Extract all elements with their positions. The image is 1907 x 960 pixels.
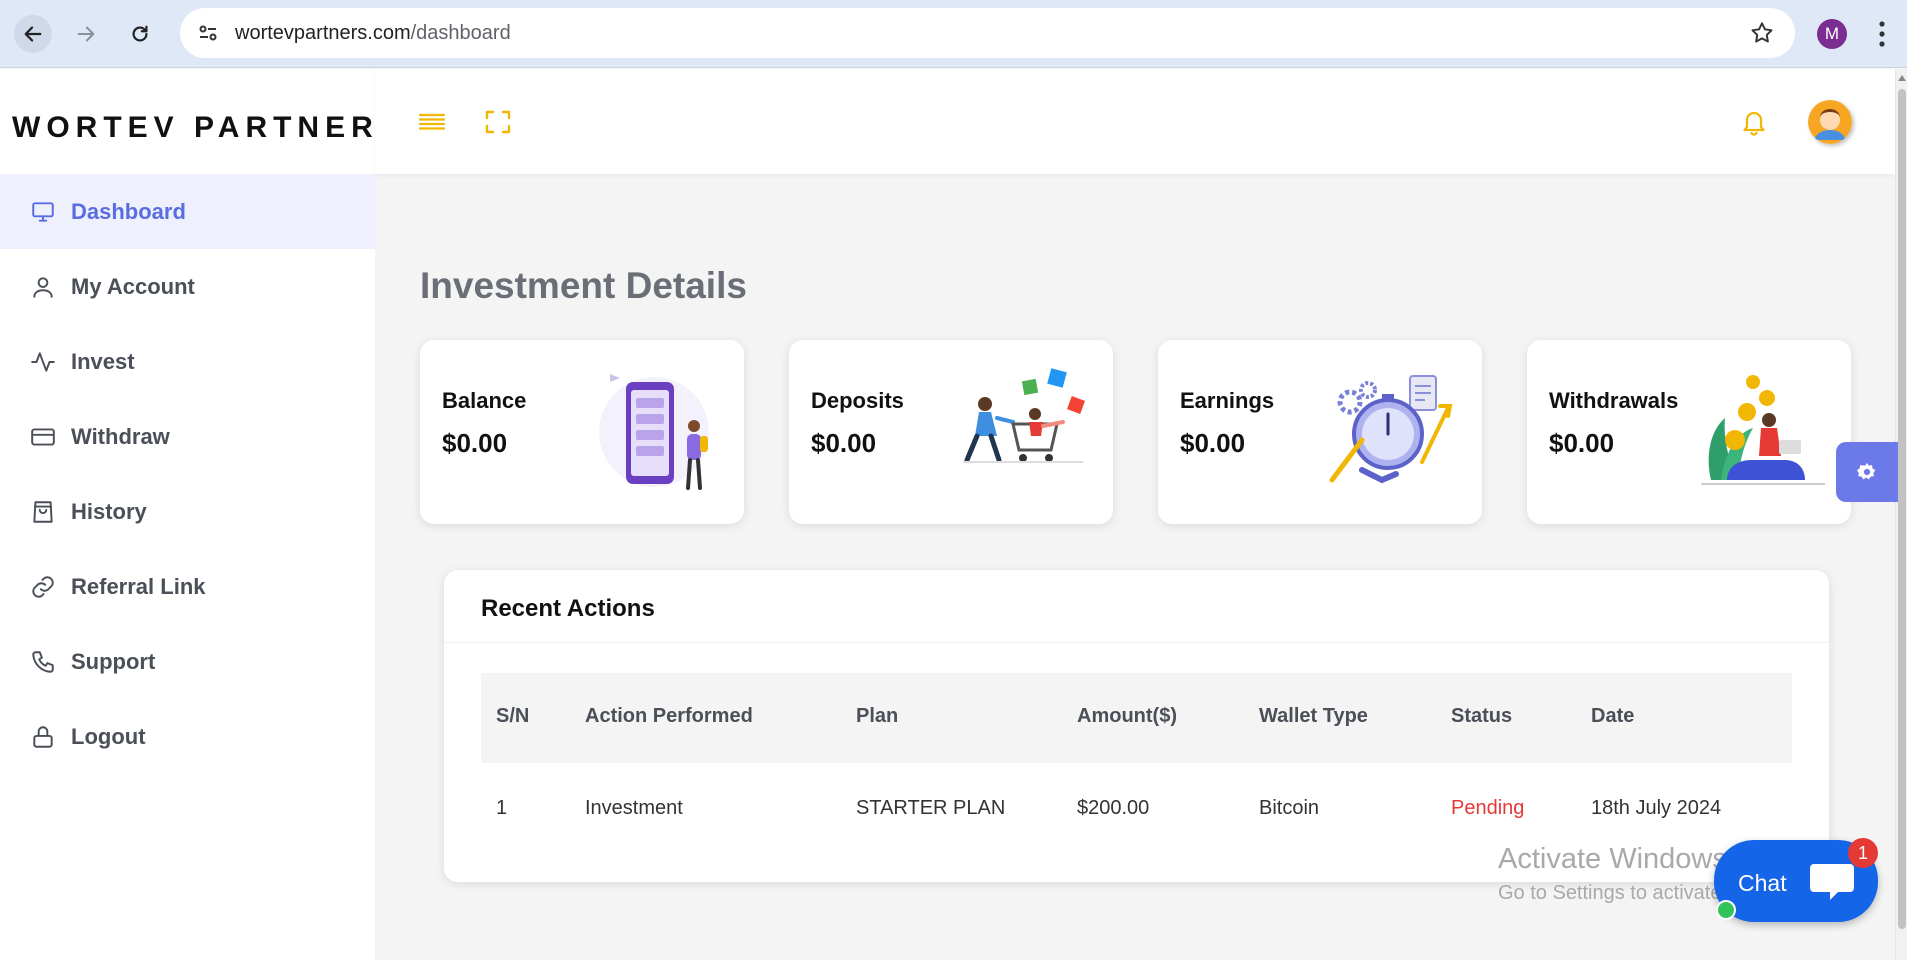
shopping-bag-icon [30,499,56,525]
stat-card-deposits: Deposits $0.00 [789,340,1113,524]
status-badge: Pending [1451,797,1525,819]
table-cell: 18th July 2024 [1591,797,1722,819]
online-status-indicator [1716,900,1736,920]
arrow-left-icon [24,26,42,42]
lock-icon [30,724,56,750]
brand-logo[interactable]: WORTEV PARTNERS [12,111,405,145]
column-header: Amount($) [1077,705,1177,727]
sidebar-item-label: Withdraw [71,423,170,449]
card-value: $0.00 [442,428,508,458]
chat-bubble-icon [1810,864,1854,900]
reload-button[interactable] [121,15,159,53]
scroll-thumb[interactable] [1898,89,1906,929]
sidebar-item-label: History [71,498,147,524]
sidebar-item-support[interactable]: Support [0,624,375,699]
stat-card-balance: Balance $0.00 [420,340,744,524]
url-host: wortevpartners.com [235,22,411,44]
sidebar-item-withdraw[interactable]: Withdraw [0,399,375,474]
credit-card-icon [30,424,56,450]
chat-notification-badge: 1 [1848,838,1878,868]
table-cell: 1 [496,797,508,819]
arrow-right-icon [77,26,95,42]
card-label: Deposits [811,388,904,413]
card-label: Withdrawals [1549,388,1679,413]
phone-icon [30,649,56,675]
browser-menu-icon[interactable] [1877,20,1887,48]
sidebar-item-label: Invest [71,348,135,374]
sidebar-item-referral-link[interactable]: Referral Link [0,549,375,624]
stat-card-withdrawals: Withdrawals $0.00 [1527,340,1851,524]
theme-settings-button[interactable] [1836,442,1898,502]
stopwatch-illustration-icon [1329,375,1453,484]
phone-illustration-icon [599,374,709,490]
sidebar: WORTEV PARTNERS Dashboard My Account Inv… [0,69,399,960]
column-header: Date [1591,705,1635,727]
column-header: S/N [496,705,530,727]
column-header: Status [1451,705,1513,727]
sidebar-item-history[interactable]: History [0,474,375,549]
sidebar-item-label: My Account [71,273,195,299]
card-label: Balance [442,388,527,413]
bell-icon[interactable] [1739,107,1769,137]
link-icon [30,574,56,600]
table-header: S/N Action Performed Plan Amount($) Wall… [481,673,1792,763]
card-value: $0.00 [811,428,877,458]
sidebar-item-label: Referral Link [71,573,206,599]
table-cell: STARTER PLAN [856,797,1006,819]
sidebar-item-label: Support [71,648,156,674]
recent-actions-card: Recent Actions S/N Action Performed Plan… [444,570,1829,882]
column-header: Action Performed [585,705,753,727]
activity-icon [30,349,56,375]
sidebar-item-dashboard[interactable]: Dashboard [0,174,375,249]
address-bar[interactable]: wortevpartners.com/dashboard [180,8,1795,58]
shopping-cart-illustration-icon [963,368,1085,463]
sidebar-item-label: Logout [71,723,146,749]
user-avatar-icon [1808,100,1852,144]
top-header [375,69,1895,174]
coins-illustration-icon [1701,375,1825,485]
site-settings-icon[interactable] [196,21,220,45]
page-title: Investment Details [420,265,747,306]
user-icon [30,274,56,300]
avatar[interactable] [1808,100,1852,144]
monitor-icon [30,199,56,225]
url-path: /dashboard [410,22,511,44]
column-header: Wallet Type [1259,705,1368,727]
chat-label: Chat [1738,870,1787,896]
page-scrollbar[interactable] [1895,69,1907,960]
column-header: Plan [856,705,899,727]
back-button[interactable] [14,15,52,53]
divider [444,642,1829,643]
table-cell: $200.00 [1077,797,1150,819]
sidebar-item-logout[interactable]: Logout [0,699,375,774]
stat-card-earnings: Earnings $0.00 [1158,340,1482,524]
section-title: Recent Actions [481,595,655,622]
reload-icon [132,25,148,42]
url-text: wortevpartners.com/dashboard [235,22,511,45]
browser-profile-avatar[interactable]: M [1817,19,1847,49]
forward-button[interactable] [67,15,105,53]
browser-toolbar: wortevpartners.com/dashboard M [0,0,1907,68]
gear-icon [1856,462,1876,480]
fullscreen-icon[interactable] [483,107,513,137]
scroll-up-arrow[interactable] [1898,75,1906,81]
card-value: $0.00 [1549,428,1615,458]
sidebar-item-label: Dashboard [71,198,186,224]
menu-toggle-icon[interactable] [417,107,447,137]
bookmark-star-icon[interactable] [1749,20,1775,46]
table-cell: Investment [585,797,683,819]
table-cell: Bitcoin [1259,797,1320,819]
card-label: Earnings [1180,388,1275,413]
sidebar-item-my-account[interactable]: My Account [0,249,375,324]
sidebar-item-invest[interactable]: Invest [0,324,375,399]
card-value: $0.00 [1180,428,1246,458]
